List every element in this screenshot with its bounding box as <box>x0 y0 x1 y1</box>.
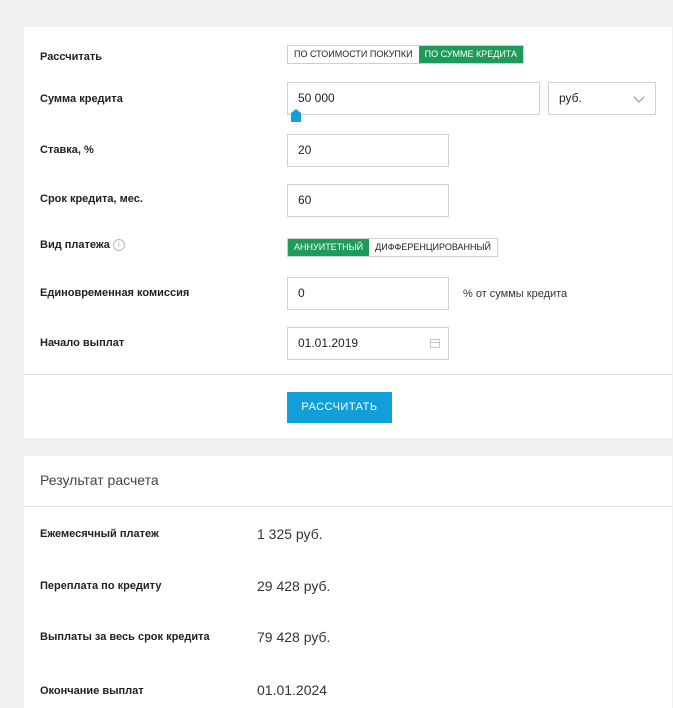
end-date-value: 01.01.2024 <box>257 682 328 698</box>
form-divider <box>24 374 672 375</box>
payment-type-differentiated-option[interactable]: ДИФФЕРЕНЦИРОВАННЫЙ <box>369 239 497 256</box>
currency-select[interactable]: руб. <box>548 82 656 115</box>
rate-label: Ставка, % <box>40 144 94 156</box>
calc-mode-by-loan-option[interactable]: ПО СУММЕ КРЕДИТА <box>418 46 524 63</box>
currency-select-value: руб. <box>559 91 582 105</box>
payment-type-label-text: Вид платежа <box>40 239 110 251</box>
calc-mode-label: Рассчитать <box>40 51 103 63</box>
calc-mode-by-price-option[interactable]: ПО СТОИМОСТИ ПОКУПКИ <box>288 46 419 63</box>
result-card: Результат расчета Ежемесячный платеж 1 3… <box>24 456 672 708</box>
commission-label: Единовременная комиссия <box>40 287 190 299</box>
total-payment-value: 79 428 руб. <box>257 629 331 645</box>
payment-type-toggle: АННУИТЕТНЫЙ ДИФФЕРЕНЦИРОВАННЫЙ <box>287 238 498 257</box>
calendar-icon[interactable] <box>430 339 440 348</box>
overpayment-label: Переплата по кредиту <box>40 580 162 592</box>
calculator-form-card: Рассчитать ПО СТОИМОСТИ ПОКУПКИ ПО СУММЕ… <box>24 27 672 438</box>
calc-mode-toggle: ПО СТОИМОСТИ ПОКУПКИ ПО СУММЕ КРЕДИТА <box>287 45 525 64</box>
commission-input[interactable]: 0 <box>287 277 449 310</box>
info-icon[interactable]: i <box>112 239 125 252</box>
overpayment-value: 29 428 руб. <box>257 578 331 594</box>
monthly-payment-value: 1 325 руб. <box>257 526 323 542</box>
term-input[interactable]: 60 <box>287 184 449 217</box>
calculate-button[interactable]: РАССЧИТАТЬ <box>287 392 392 423</box>
total-payment-label: Выплаты за весь срок кредита <box>40 631 210 643</box>
monthly-payment-label: Ежемесячный платеж <box>40 528 159 540</box>
start-date-label: Начало выплат <box>40 337 125 349</box>
term-label: Срок кредита, мес. <box>40 193 143 205</box>
result-divider <box>24 506 672 507</box>
chevron-down-icon <box>633 91 645 103</box>
payment-type-annuity-option[interactable]: АННУИТЕТНЫЙ <box>288 239 370 256</box>
loan-amount-label: Сумма кредита <box>40 93 123 105</box>
commission-suffix: % от суммы кредита <box>463 288 568 300</box>
rate-input[interactable]: 20 <box>287 134 449 167</box>
start-date-input[interactable]: 01.01.2019 <box>287 327 449 360</box>
end-date-label: Окончание выплат <box>40 685 144 697</box>
start-date-value: 01.01.2019 <box>298 336 359 350</box>
slider-thumb-icon[interactable] <box>291 109 301 122</box>
loan-amount-input[interactable]: 50 000 <box>287 82 540 115</box>
payment-type-label: Вид платежа i <box>40 239 125 252</box>
result-title: Результат расчета <box>40 472 159 488</box>
